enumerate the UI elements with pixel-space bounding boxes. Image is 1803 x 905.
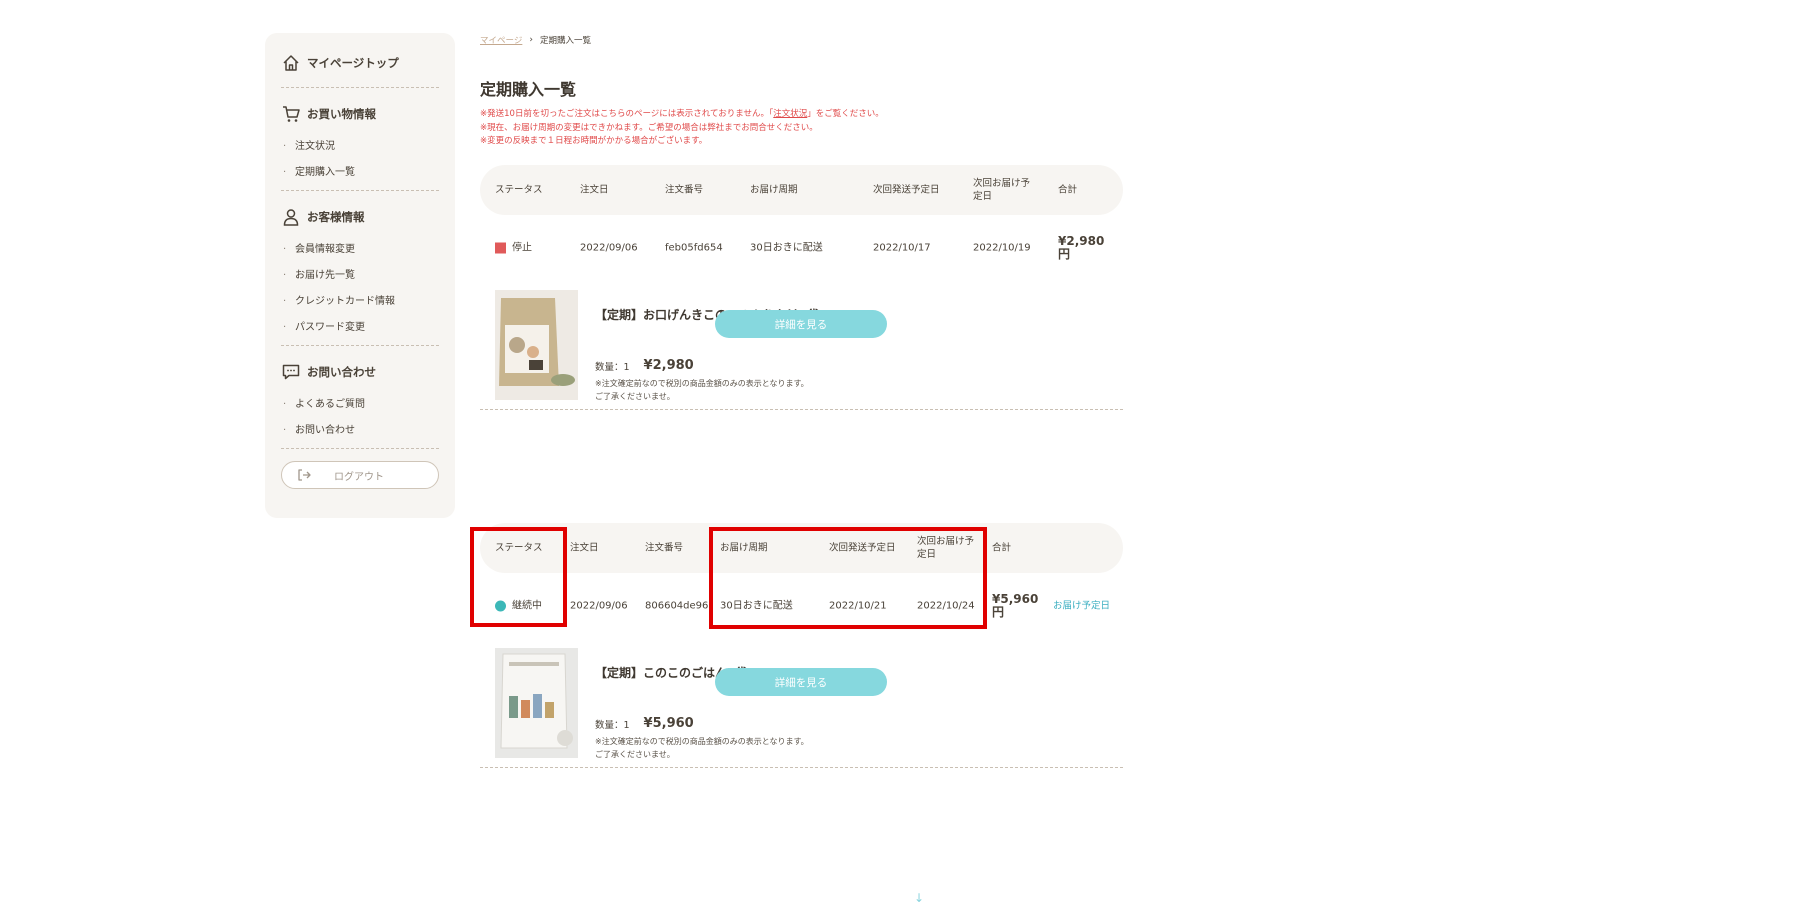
breadcrumb-home-link[interactable]: マイページ xyxy=(480,34,522,46)
shopping-info-heading: お買い物情報 xyxy=(281,94,439,134)
order-date: 2022/09/06 xyxy=(580,242,638,253)
divider xyxy=(281,448,439,449)
order-date: 2022/09/06 xyxy=(570,600,628,611)
header-next-delivery-l2: 定日 xyxy=(973,191,993,202)
notice-text: 」をご覧ください。 xyxy=(807,109,884,119)
status-badge: 停止 xyxy=(495,241,532,254)
customer-info-label: お客様情報 xyxy=(307,210,365,224)
notices: ※発送10日前を切ったご注文はこちらのページには表示されておりません。「注文状況… xyxy=(480,108,884,149)
detail-button[interactable]: 詳細を見る xyxy=(715,310,887,338)
logout-icon xyxy=(298,469,311,481)
product-item: 【定期】このこのごはん2袋 数量：1 ¥5,960 ※注文確定前なので税別の商品金… xyxy=(480,638,1123,768)
status-highlight-box xyxy=(470,527,567,627)
detail-button[interactable]: 詳細を見る xyxy=(715,668,887,696)
header-total: 合計 xyxy=(1058,184,1078,196)
divider xyxy=(281,87,439,88)
product-image[interactable] xyxy=(495,648,578,758)
header-order-date: 注文日 xyxy=(580,184,609,196)
mypage-top-label: マイページトップ xyxy=(307,56,399,70)
subscription-card-1: ステータス 注文日 注文番号 お届け周期 次回発送予定日 次回お届け予 定日 合計… xyxy=(480,165,1123,410)
delivery-cycle: 30日おきに配送 xyxy=(750,242,823,253)
divider xyxy=(281,345,439,346)
order-status-link[interactable]: 注文状況 xyxy=(773,109,807,119)
breadcrumb: マイページ › 定期購入一覧 xyxy=(480,34,591,46)
total-unit: 円 xyxy=(1058,246,1071,261)
product-price: ¥5,960 xyxy=(643,716,694,731)
notice-line-1: ※発送10日前を切ったご注文はこちらのページには表示されておりません。「注文状況… xyxy=(480,108,884,122)
next-ship-date: 2022/10/17 xyxy=(873,242,931,253)
product-item: 【定期】お口げんきこのこのふりかけ1袋 数量：1 ¥2,980 ※注文確定前なので… xyxy=(480,280,1123,410)
mypage-top-link[interactable]: マイページトップ xyxy=(281,43,439,83)
stop-square-icon xyxy=(495,242,506,253)
notice-text: ※発送10日前を切ったご注文はこちらのページには表示されておりません。「 xyxy=(480,109,774,119)
furikake-bag-illustration xyxy=(495,290,578,400)
contact-heading: お問い合わせ xyxy=(281,352,439,392)
sidebar-item-password[interactable]: パスワード変更 xyxy=(281,315,439,341)
notice-line-3: ※変更の反映まで１日程お時間がかかる場合がございます。 xyxy=(480,136,708,146)
price-note: ※注文確定前なので税別の商品金額のみの表示となります。 ご了承くださいませ。 xyxy=(595,736,809,761)
quantity-price: 数量：1 ¥5,960 xyxy=(595,716,694,731)
header-next-ship: 次回発送予定日 xyxy=(873,184,940,196)
quantity-price: 数量：1 ¥2,980 xyxy=(595,358,694,373)
page-title: 定期購入一覧 xyxy=(480,80,577,99)
food-bag-illustration xyxy=(495,648,578,758)
dates-highlight-box xyxy=(709,527,987,629)
table-row: 停止 2022/09/06 feb05fd654 30日おきに配送 2022/1… xyxy=(480,215,1123,280)
total-unit: 円 xyxy=(992,604,1005,619)
quantity: 数量：1 xyxy=(595,361,630,373)
product-price: ¥2,980 xyxy=(643,358,694,373)
header-next-delivery-l1: 次回お届け予 xyxy=(973,178,1031,189)
sidebar-item-addresses[interactable]: お届け先一覧 xyxy=(281,263,439,289)
sidebar-item-order-status[interactable]: 注文状況 xyxy=(281,134,439,160)
sidebar-item-faq[interactable]: よくあるご質問 xyxy=(281,392,439,418)
note-line-1: ※注文確定前なので税別の商品金額のみの表示となります。 xyxy=(595,737,809,746)
note-line-2: ご了承くださいませ。 xyxy=(595,391,675,401)
header-status: ステータス xyxy=(495,184,543,196)
header-order-no: 注文番号 xyxy=(645,542,684,554)
header-order-no: 注文番号 xyxy=(665,184,704,196)
notice-line-2: ※現在、お届け周期の変更はできかねます。ご希望の場合は弊社までお問合せください。 xyxy=(480,122,818,133)
sidebar-item-member-info[interactable]: 会員情報変更 xyxy=(281,237,439,263)
shopping-info-label: お買い物情報 xyxy=(307,107,376,121)
user-icon xyxy=(283,209,299,226)
customer-info-heading: お客様情報 xyxy=(281,197,439,237)
sidebar-item-credit-card[interactable]: クレジットカード情報 xyxy=(281,289,439,315)
chat-icon xyxy=(282,364,300,380)
sidebar-item-contact[interactable]: お問い合わせ xyxy=(281,418,439,444)
logout-button[interactable]: ログアウト xyxy=(281,461,439,489)
quantity: 数量：1 xyxy=(595,719,630,731)
header-next-delivery: 次回お届け予 定日 xyxy=(973,177,1030,203)
contact-label: お問い合わせ xyxy=(307,365,376,379)
note-line-1: ※注文確定前なので税別の商品金額のみの表示となります。 xyxy=(595,379,809,388)
product-image[interactable] xyxy=(495,290,578,400)
chevron-right-icon: › xyxy=(529,35,533,45)
table-header: ステータス 注文日 注文番号 お届け周期 次回発送予定日 次回お届け予 定日 合計 xyxy=(480,165,1123,215)
order-number: feb05fd654 xyxy=(665,242,723,253)
total-amount: ¥2,980 円 xyxy=(1058,234,1104,261)
header-total: 合計 xyxy=(992,542,1012,554)
header-order-date: 注文日 xyxy=(570,542,599,554)
price-note: ※注文確定前なので税別の商品金額のみの表示となります。 ご了承くださいませ。 xyxy=(595,378,809,403)
note-line-2: ご了承くださいませ。 xyxy=(595,749,675,759)
divider xyxy=(281,190,439,191)
sidebar-item-subscriptions[interactable]: 定期購入一覧 xyxy=(281,160,439,186)
header-cycle: お届け周期 xyxy=(750,184,798,196)
status-text: 停止 xyxy=(512,242,532,253)
scroll-down-icon[interactable]: ↓ xyxy=(914,892,924,904)
logout-label: ログアウト xyxy=(334,471,384,483)
total-amount: ¥5,960 円 xyxy=(992,592,1038,619)
cart-icon xyxy=(283,106,300,122)
next-delivery-date: 2022/10/19 xyxy=(973,242,1031,253)
delivery-date-link[interactable]: お届け予定日 xyxy=(1053,599,1110,612)
home-icon xyxy=(283,55,299,71)
order-number: 806604de96 xyxy=(645,600,709,611)
breadcrumb-current: 定期購入一覧 xyxy=(539,36,591,46)
sidebar: マイページトップ お買い物情報 注文状況 定期購入一覧 お客様情報 会員情報変更… xyxy=(265,33,455,518)
